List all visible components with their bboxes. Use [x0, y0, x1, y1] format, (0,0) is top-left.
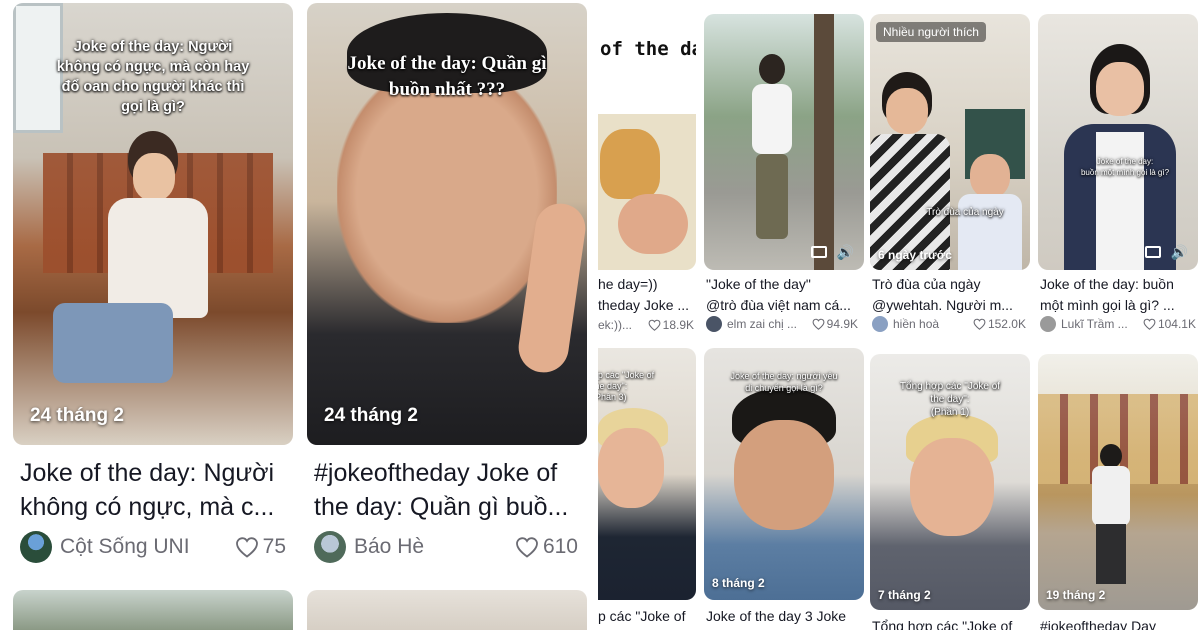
video-meta: Cột Sống UNI 75 — [20, 530, 286, 564]
like-count: 152.0K — [973, 317, 1026, 331]
video-date: 24 tháng 2 — [30, 405, 124, 426]
author-name[interactable]: Cột Sống UNI — [60, 535, 190, 559]
video-card[interactable]: 🔊 "Joke of the day" @trò đùa việt nam cá… — [704, 0, 864, 340]
video-card[interactable]: Nhiều người thích Trò đùa của ngày 6 ngà… — [870, 0, 1030, 340]
video-controls: 🔊 — [1144, 245, 1188, 259]
video-caption[interactable]: #jokeoftheday Day — [1040, 616, 1198, 630]
video-overlay-text: of the day — [600, 38, 696, 60]
video-thumbnail-next[interactable] — [307, 590, 587, 630]
avatar[interactable] — [706, 316, 722, 332]
video-date: 19 tháng 2 — [1046, 588, 1106, 602]
video-card[interactable]: Tổng hợp các "Joke of the day": (Phần 1)… — [870, 348, 1030, 630]
left-video-grid: Joke of the day: Người không có ngực, mà… — [0, 0, 598, 630]
video-meta: hiền hoà 152.0K — [872, 314, 1026, 334]
video-caption[interactable]: "Joke of the day" @trò đùa việt nam cá..… — [706, 274, 864, 316]
video-meta: Báo Hè 610 — [314, 530, 578, 564]
like-count-value: 610 — [542, 535, 578, 558]
video-overlay-text: Trò đùa của ngày — [926, 207, 1004, 218]
like-count-value: 152.0K — [987, 317, 1026, 331]
video-meta: ek:))... 18.9K — [598, 316, 694, 334]
video-overlay-text: ợp các "Joke of the day": (Phần 3) — [598, 370, 655, 402]
video-thumbnail[interactable]: Nhiều người thích Trò đùa của ngày 6 ngà… — [870, 14, 1030, 270]
video-overlay-text: Joke of the day: người yêu di chuyển gọi… — [730, 371, 838, 393]
video-date: 6 ngày trước — [878, 248, 952, 262]
video-thumbnail[interactable]: of the day — [598, 14, 696, 270]
video-thumbnail[interactable]: Joke of the day: Quần gì buồn nhất ??? 2… — [307, 3, 587, 445]
video-thumbnail[interactable]: Joke of the day: người yêu di chuyển gọi… — [704, 348, 864, 600]
video-card[interactable]: Joke of the day: Người không có ngực, mà… — [0, 0, 298, 630]
video-date: 7 tháng 2 — [878, 588, 931, 602]
like-count: 610 — [515, 535, 578, 559]
like-count-value: 104.1K — [1157, 317, 1196, 331]
popular-chip: Nhiều người thích — [876, 22, 986, 42]
video-date: 24 tháng 2 — [324, 405, 418, 426]
video-thumbnail[interactable]: Tổng hợp các "Joke of the day": (Phần 1)… — [870, 354, 1030, 610]
heart-icon — [235, 537, 258, 558]
author-name[interactable]: Báo Hè — [354, 535, 424, 559]
video-thumbnail[interactable]: 🔊 — [704, 14, 864, 270]
author-name[interactable]: Lukĩ Trầm ... — [1061, 317, 1128, 331]
avatar[interactable] — [314, 531, 346, 563]
like-count: 75 — [235, 535, 286, 559]
video-overlay-text: Tổng hợp các "Joke of the day": (Phần 1) — [899, 381, 1001, 418]
avatar[interactable] — [20, 531, 52, 563]
like-count: 104.1K — [1143, 317, 1196, 331]
video-card[interactable]: 19 tháng 2 #jokeoftheday Day — [1038, 348, 1198, 630]
video-card[interactable]: Joke of the day: người yêu di chuyển gọi… — [704, 348, 864, 630]
video-date: 8 tháng 2 — [712, 576, 765, 590]
video-overlay-text: Joke of the day: Quần gì buồn nhất ??? — [347, 53, 547, 100]
heart-icon — [516, 537, 538, 558]
video-card[interactable]: Joke of the day: buồn một mình gọi là gì… — [1038, 0, 1198, 340]
video-card[interactable]: Joke of the day: Quần gì buồn nhất ??? 2… — [300, 0, 598, 630]
video-thumbnail-next[interactable] — [13, 590, 293, 630]
video-caption[interactable]: he day=)) theday Joke ... — [598, 274, 696, 316]
heart-icon — [648, 319, 661, 331]
avatar[interactable] — [1040, 316, 1056, 332]
like-count-value: 94.9K — [826, 317, 858, 331]
volume-icon[interactable]: 🔊 — [837, 245, 854, 259]
heart-icon — [1143, 318, 1156, 330]
video-thumbnail[interactable]: Joke of the day: Người không có ngực, mà… — [13, 3, 293, 445]
like-count: 94.9K — [812, 317, 858, 331]
right-video-grid: of the day he day=)) theday Joke ... ek:… — [598, 0, 1200, 630]
video-card[interactable]: of the day he day=)) theday Joke ... ek:… — [598, 0, 698, 340]
video-meta: elm zai chị ... 94.9K — [706, 314, 858, 334]
video-thumbnail[interactable]: ợp các "Joke of the day": (Phần 3) — [598, 348, 696, 600]
video-caption[interactable]: Tổng hợp các "Joke of — [872, 616, 1030, 630]
video-caption[interactable]: p các "Joke of — [598, 606, 696, 630]
subtitles-icon[interactable] — [1144, 246, 1161, 258]
volume-icon[interactable]: 🔊 — [1171, 245, 1188, 259]
video-caption[interactable]: #jokeoftheday Joke of the day: Quần gì b… — [314, 456, 594, 528]
video-controls: 🔊 — [810, 245, 854, 259]
video-caption[interactable]: Trò đùa của ngày @ywehtah. Người m... — [872, 274, 1030, 316]
heart-icon — [973, 318, 986, 330]
author-name[interactable]: ek:))... — [598, 318, 632, 332]
subtitles-icon[interactable] — [810, 246, 827, 258]
like-count: 18.9K — [648, 318, 694, 332]
video-caption[interactable]: Joke of the day 3 Joke — [706, 606, 864, 630]
video-caption[interactable]: Joke of the day: buồn một mình gọi là gì… — [1040, 274, 1198, 316]
video-thumbnail[interactable]: 19 tháng 2 — [1038, 354, 1198, 610]
heart-icon — [812, 318, 825, 330]
video-overlay-text: Joke of the day: Người không có ngực, mà… — [56, 39, 250, 115]
like-count-value: 75 — [262, 535, 286, 558]
video-meta: Lukĩ Trầm ... 104.1K — [1040, 314, 1196, 334]
video-caption[interactable]: Joke of the day: Người không có ngực, mà… — [20, 456, 296, 528]
video-thumbnail[interactable]: Joke of the day: buồn một mình gọi là gì… — [1038, 14, 1198, 270]
author-name[interactable]: elm zai chị ... — [727, 317, 797, 331]
video-card[interactable]: ợp các "Joke of the day": (Phần 3) p các… — [598, 348, 698, 630]
video-overlay-text: Joke of the day: buồn một mình gọi là gì… — [1080, 157, 1170, 177]
avatar[interactable] — [872, 316, 888, 332]
like-count-value: 18.9K — [662, 318, 694, 332]
author-name[interactable]: hiền hoà — [893, 317, 939, 331]
